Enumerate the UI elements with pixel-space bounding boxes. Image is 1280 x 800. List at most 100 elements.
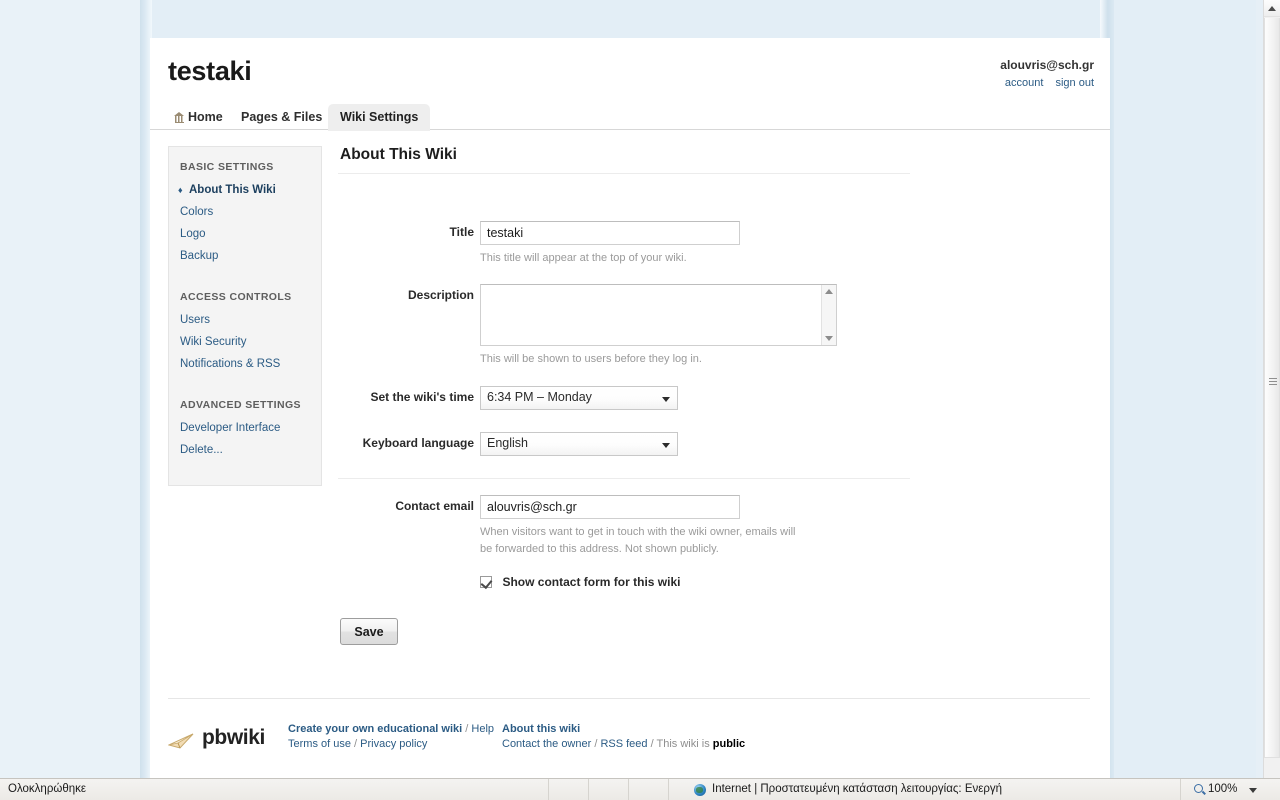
- keyboard-language-label: Keyboard language: [362, 436, 474, 450]
- scrollbar-grip-icon: [1269, 378, 1277, 385]
- title-input[interactable]: [480, 221, 740, 245]
- contact-form-checkbox-label: Show contact form for this wiki: [502, 575, 681, 589]
- wiki-time-select[interactable]: 6:34 PM – Monday: [480, 386, 678, 410]
- title-control: [480, 221, 1078, 245]
- tab-pages-and-files[interactable]: Pages & Files: [229, 104, 334, 130]
- rss-feed-link[interactable]: RSS feed: [600, 738, 647, 750]
- footer-sep: /: [462, 723, 472, 735]
- sidebar-item-logo[interactable]: Logo: [180, 223, 321, 245]
- statusbar-divider: [668, 779, 669, 800]
- save-button[interactable]: Save: [340, 618, 398, 645]
- sidebar-group-basic-settings: BASIC SETTINGS: [180, 161, 274, 173]
- tab-settings-label: Wiki Settings: [340, 110, 419, 124]
- scroll-down-icon[interactable]: [825, 336, 833, 341]
- sign-out-link[interactable]: sign out: [1055, 77, 1094, 89]
- help-link[interactable]: Help: [471, 723, 494, 735]
- footer-column-right: About this wiki Contact the owner / RSS …: [502, 722, 802, 752]
- security-zone-text: Internet | Προστατευμένη κατάσταση λειτο…: [712, 783, 1003, 795]
- paper-plane-icon: [168, 733, 194, 749]
- about-wiki-form: Title This title will appear at the top …: [338, 221, 1078, 645]
- contact-owner-link[interactable]: Contact the owner: [502, 738, 591, 750]
- zoom-magnifier-icon[interactable]: [1194, 784, 1203, 793]
- contact-email-control: [480, 495, 1078, 519]
- tab-bar: Home Pages & Files Wiki Settings: [150, 104, 1110, 131]
- statusbar-divider: [548, 779, 549, 800]
- contact-form-checkbox-row[interactable]: Show contact form for this wiki: [480, 573, 1078, 591]
- contact-email-row: Contact email When visitors want to get …: [338, 495, 1078, 558]
- settings-sidebar: BASIC SETTINGS About This Wiki Colors Lo…: [168, 146, 322, 486]
- description-label: Description: [407, 288, 474, 302]
- contact-email-input[interactable]: [480, 495, 740, 519]
- zoom-level-text[interactable]: 100%: [1208, 783, 1237, 795]
- statusbar-divider: [1180, 779, 1181, 800]
- scrollbar-thumb[interactable]: [1264, 18, 1280, 758]
- sidebar-item-delete[interactable]: Delete...: [180, 439, 321, 461]
- browser-viewport: testaki alouvris@sch.gr account sign out…: [0, 0, 1280, 778]
- description-control: [480, 284, 1078, 346]
- account-link[interactable]: account: [1005, 77, 1044, 89]
- create-wiki-link[interactable]: Create your own educational wiki: [288, 723, 462, 735]
- about-this-wiki-link[interactable]: About this wiki: [502, 723, 580, 735]
- account-box: alouvris@sch.gr account sign out: [1000, 58, 1094, 91]
- zoom-dropdown-caret-icon[interactable]: [1249, 788, 1257, 793]
- section-title: About This Wiki: [340, 146, 457, 163]
- keyboard-language-select[interactable]: English: [480, 432, 678, 456]
- statusbar-divider: [628, 779, 629, 800]
- contact-email-label: Contact email: [395, 499, 474, 513]
- keyboard-language-control: English: [480, 432, 1078, 456]
- browser-status-bar: Ολοκληρώθηκε Internet | Προστατευμένη κα…: [0, 778, 1280, 800]
- description-textarea[interactable]: [480, 284, 837, 346]
- scroll-up-icon[interactable]: [825, 289, 833, 294]
- tab-wiki-settings[interactable]: Wiki Settings: [328, 104, 431, 131]
- wiki-time-label: Set the wiki's time: [370, 390, 474, 404]
- scrollbar-up-button[interactable]: [1264, 0, 1280, 17]
- sidebar-item-users[interactable]: Users: [180, 309, 321, 331]
- sidebar-item-about-this-wiki[interactable]: About This Wiki: [178, 179, 321, 201]
- home-icon: [174, 112, 185, 123]
- sidebar-group-access-controls: ACCESS CONTROLS: [180, 291, 292, 303]
- tab-home-label: Home: [188, 110, 223, 124]
- status-text: Ολοκληρώθηκε: [8, 783, 87, 795]
- statusbar-divider: [588, 779, 589, 800]
- pbwiki-logo-text: pbwiki: [202, 726, 265, 749]
- footer-sep: /: [350, 738, 361, 750]
- account-links: account sign out: [1005, 77, 1094, 89]
- settings-content: About This Wiki Title This title will ap…: [338, 146, 1078, 645]
- terms-of-use-link[interactable]: Terms of use: [288, 738, 351, 750]
- footer-sep: /: [647, 738, 657, 750]
- sidebar-item-developer-interface[interactable]: Developer Interface: [180, 417, 321, 439]
- wiki-visibility-prefix: This wiki is: [656, 738, 713, 750]
- wiki-time-value: 6:34 PM – Monday: [487, 390, 592, 404]
- internet-zone-globe-icon: [694, 784, 706, 796]
- chevron-down-icon: [662, 397, 670, 402]
- wiki-page: testaki alouvris@sch.gr account sign out…: [150, 38, 1110, 778]
- wiki-time-row: Set the wiki's time 6:34 PM – Monday: [338, 386, 1078, 414]
- page-title: testaki: [168, 56, 252, 86]
- footer-divider: [168, 698, 1090, 699]
- sidebar-item-backup[interactable]: Backup: [180, 245, 321, 267]
- form-divider: [338, 478, 910, 479]
- account-email: alouvris@sch.gr: [1000, 58, 1094, 72]
- title-label: Title: [449, 225, 474, 239]
- page-gutter-left: [0, 0, 140, 778]
- privacy-policy-link[interactable]: Privacy policy: [360, 738, 427, 750]
- chevron-down-icon: [662, 443, 670, 448]
- description-row: Description This will be shown to users …: [338, 284, 1078, 368]
- tab-home[interactable]: Home: [162, 104, 235, 130]
- description-help-text: This will be shown to users before they …: [480, 353, 702, 365]
- contact-form-checkbox[interactable]: [480, 576, 492, 588]
- keyboard-language-row: Keyboard language English: [338, 432, 1078, 460]
- tab-pages-label: Pages & Files: [241, 110, 323, 124]
- title-row: Title This title will appear at the top …: [338, 221, 1078, 267]
- keyboard-language-value: English: [487, 436, 528, 450]
- window-scrollbar[interactable]: [1263, 0, 1280, 778]
- sidebar-group-advanced-settings: ADVANCED SETTINGS: [180, 399, 301, 411]
- sidebar-item-wiki-security[interactable]: Wiki Security: [180, 331, 321, 353]
- wiki-time-control: 6:34 PM – Monday: [480, 386, 1078, 410]
- section-divider: [338, 173, 910, 174]
- sidebar-item-notifications-rss[interactable]: Notifications & RSS: [180, 353, 321, 375]
- sidebar-item-colors[interactable]: Colors: [180, 201, 321, 223]
- description-scrollbar[interactable]: [821, 285, 836, 345]
- wiki-visibility-value: public: [712, 738, 746, 750]
- contact-email-help-text: When visitors want to get in touch with …: [480, 526, 796, 555]
